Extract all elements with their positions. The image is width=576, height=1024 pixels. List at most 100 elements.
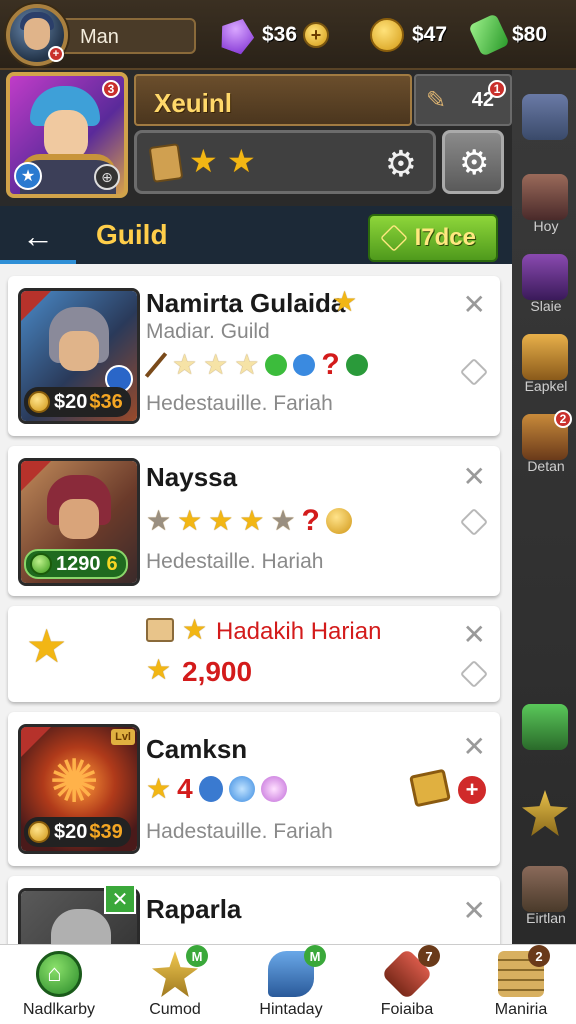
energy-value: $80: [512, 23, 548, 46]
info-diamond-icon[interactable]: [459, 357, 489, 387]
event-amount: 2,900: [182, 656, 253, 687]
blue-orb-icon: [228, 776, 255, 802]
player-avatar[interactable]: +: [6, 4, 68, 66]
nav-cumod[interactable]: M Cumod: [120, 945, 230, 1024]
nav-foiaiba[interactable]: 7 Foiaiba: [352, 945, 462, 1024]
star-badge-icon: [522, 790, 568, 836]
staff-icon: [144, 352, 168, 378]
favorite-star-icon: ★: [332, 286, 358, 317]
add-gems-button[interactable]: +: [303, 22, 330, 48]
strip-item[interactable]: [518, 94, 572, 164]
list-item[interactable]: ✺ Lvl $20 $39 Camksn ★ 4 Hadestauille. F…: [8, 712, 500, 866]
gold-coin-icon: [325, 508, 352, 534]
info-diamond-icon[interactable]: [459, 659, 489, 689]
hero-power-badge: 1: [488, 80, 506, 98]
strip-item[interactable]: Hoy: [518, 174, 572, 244]
hero-rank-star-icon: ★: [14, 162, 42, 190]
hero-thumb-icon: [522, 254, 568, 300]
checkbox-icon[interactable]: ✕: [104, 884, 136, 914]
close-icon[interactable]: ✕: [463, 288, 486, 321]
price-tag: $20 $36: [24, 387, 131, 417]
strip-item[interactable]: [518, 790, 572, 860]
hero-stars-panel: ★ ★ ⚙: [134, 130, 436, 194]
list-item[interactable]: ✕ Raparla ✕: [8, 876, 500, 944]
member-name: Nayssa: [146, 462, 238, 492]
price-tag: $20 $39: [24, 817, 131, 847]
star-icon: ★: [146, 654, 172, 685]
hero-gear-icon: ⊕: [94, 164, 120, 190]
currency-energy[interactable]: $80: [468, 13, 548, 57]
close-icon[interactable]: ✕: [463, 460, 486, 493]
add-red-icon[interactable]: +: [456, 774, 488, 806]
strip-label: Detan: [527, 458, 565, 474]
strip-item[interactable]: Slaie: [518, 254, 572, 324]
member-name: Raparla: [146, 894, 242, 924]
card-deck-icon: [148, 143, 184, 183]
list-item[interactable]: $20 $36 Namirta Gulaida ★ Madiar. Guild …: [8, 276, 500, 436]
player-name: Man: [80, 26, 119, 48]
back-arrow-icon[interactable]: ←: [22, 218, 62, 254]
treasure-chest-icon[interactable]: [409, 768, 451, 808]
avatar-badge: +: [48, 46, 64, 62]
list-item[interactable]: ★ ★ Hadakih Harian ★ 2,900 ✕: [8, 606, 500, 702]
member-location: Hadestauille. Fariah: [146, 820, 333, 843]
top-resource-bar: Man + $36 + $47 $80: [0, 0, 576, 70]
list-item[interactable]: 1290 6 Nayssa ★ ★ ★ ★ ★ ? Hedestaille. H…: [8, 446, 500, 596]
strip-item[interactable]: Eapkel: [518, 334, 572, 404]
nav-badge: M: [186, 945, 208, 967]
member-count: 4: [177, 773, 193, 804]
star-icon: ★: [270, 505, 296, 536]
star-outline-icon: ★: [146, 505, 172, 536]
member-location: Hedestauille. Fariah: [146, 392, 333, 415]
page-title: Guild: [96, 219, 168, 250]
purple-gem-icon: [215, 13, 259, 57]
star-icon: ★: [182, 614, 208, 645]
star-icon: ★: [239, 505, 265, 536]
gear-icon: ⚙: [459, 144, 490, 182]
green-leaf-icon: [265, 354, 288, 376]
nav-hintaday[interactable]: M Hintaday: [236, 945, 346, 1024]
blue-feather-icon: [198, 776, 223, 802]
nav-badge: 2: [528, 945, 550, 967]
hero-power-box[interactable]: ✎ 42 1: [414, 74, 512, 126]
close-icon[interactable]: ✕: [463, 618, 486, 651]
blue-feather-icon: [293, 354, 316, 376]
gold-coin-icon: [28, 821, 50, 843]
trade-icon: [380, 224, 408, 252]
star-icon: ★: [203, 349, 229, 380]
strip-badge: 2: [554, 410, 572, 428]
horn-icon: ✎: [426, 87, 447, 114]
event-name: Hadakih Harian: [216, 618, 382, 645]
member-name: Camksn: [146, 734, 248, 764]
gear-icon[interactable]: ⚙: [385, 143, 417, 185]
strip-item[interactable]: [518, 704, 572, 774]
info-diamond-icon[interactable]: [459, 507, 489, 537]
currency-gold[interactable]: $47: [370, 14, 447, 56]
close-icon[interactable]: ✕: [463, 894, 486, 927]
nav-maniria[interactable]: 2 Maniria: [466, 945, 576, 1024]
strip-label: Slaie: [530, 298, 562, 314]
star-icon: ★: [177, 505, 203, 536]
home-icon: ⌂: [36, 951, 82, 997]
strip-item[interactable]: 2 Detan: [518, 410, 572, 484]
close-icon[interactable]: ✕: [463, 730, 486, 763]
player-name-box[interactable]: Man: [60, 18, 196, 54]
question-icon: ?: [301, 504, 320, 537]
green-block-icon: [522, 704, 568, 750]
member-stats-row: ★ 4: [146, 773, 287, 804]
nav-badge: M: [304, 945, 326, 967]
strip-item[interactable]: Eirtlan: [518, 866, 572, 936]
nav-home[interactable]: ⌂ Nadlkarby: [4, 945, 114, 1024]
currency-gems[interactable]: $36 +: [220, 14, 330, 56]
question-icon: ?: [321, 348, 340, 381]
member-location: Hedestaille. Hariah: [146, 550, 324, 573]
guild-member-list[interactable]: $20 $36 Namirta Gulaida ★ Madiar. Guild …: [0, 264, 512, 944]
gold-coin-icon: [370, 18, 404, 52]
hero-star-icon: ★: [189, 143, 218, 179]
settings-button[interactable]: ⚙: [442, 130, 504, 194]
member-portrait: 1290 6: [18, 458, 140, 586]
nav-label: Nadlkarby: [22, 1001, 96, 1018]
strip-label: Eapkel: [524, 378, 568, 394]
trade-button[interactable]: I7dce: [368, 214, 498, 262]
hero-portrait[interactable]: 3 ★ ⊕: [6, 72, 128, 198]
